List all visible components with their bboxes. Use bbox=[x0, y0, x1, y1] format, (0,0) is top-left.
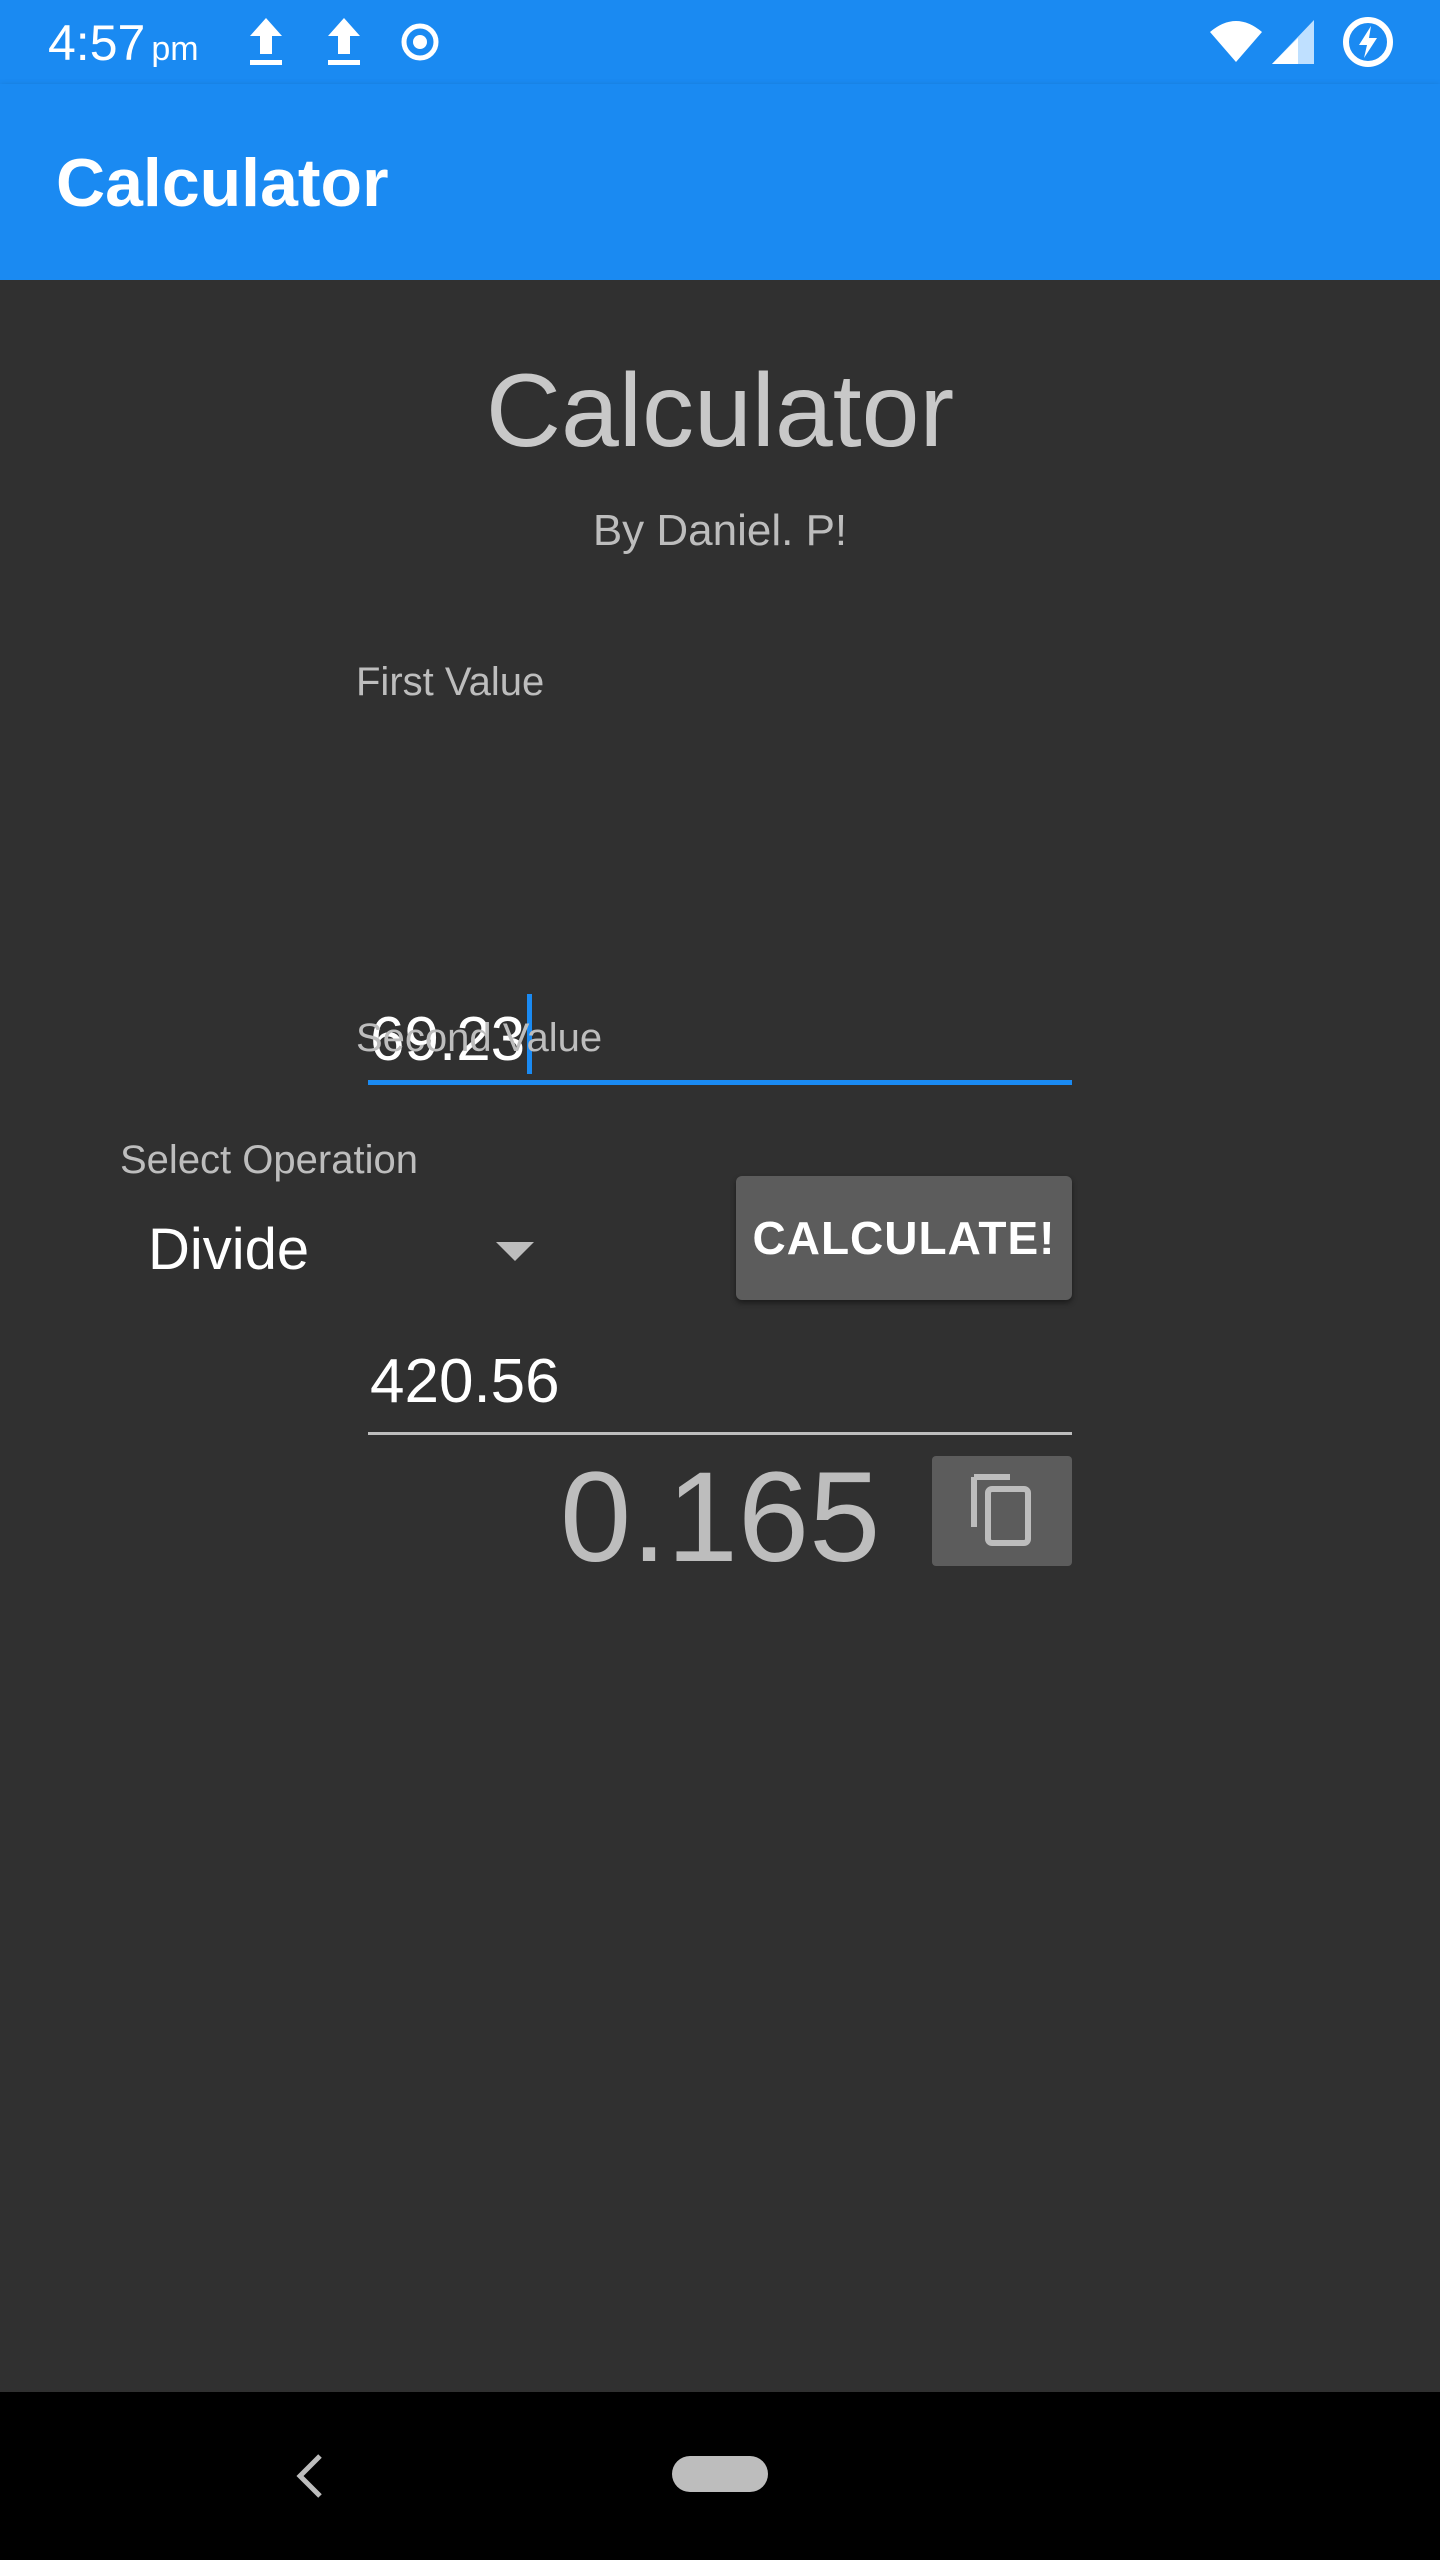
second-value-input-text: 420.56 bbox=[370, 1347, 560, 1416]
app-bar-title: Calculator bbox=[56, 145, 389, 221]
status-bar: 4:57 pm bbox=[0, 0, 1440, 84]
upload-icon bbox=[328, 18, 360, 65]
second-value-field[interactable]: 420.56 bbox=[368, 1332, 1072, 1435]
dropdown-arrow-icon bbox=[496, 1242, 534, 1261]
second-value-label: Second Value bbox=[356, 1016, 603, 1060]
back-icon[interactable] bbox=[290, 2446, 330, 2506]
status-time: 4:57 pm bbox=[48, 14, 199, 72]
copy-icon bbox=[971, 1474, 1031, 1546]
operation-selected-value: Divide bbox=[148, 1217, 310, 1282]
upload-icon bbox=[250, 18, 282, 65]
result-value: 0.165 bbox=[560, 1446, 881, 1589]
app-bar: Calculator bbox=[0, 84, 1440, 280]
main-content: Calculator By Daniel. P! First Value 69.… bbox=[0, 280, 1440, 2392]
calculate-button[interactable]: CALCULATE! bbox=[736, 1176, 1072, 1300]
wifi-icon bbox=[1210, 21, 1262, 62]
navigation-bar bbox=[0, 2392, 1440, 2560]
page-subtitle: By Daniel. P! bbox=[592, 506, 848, 555]
first-value-label: First Value bbox=[356, 660, 545, 704]
status-time-value: 4:57 bbox=[48, 15, 146, 71]
record-icon bbox=[401, 23, 439, 61]
operation-dropdown[interactable]: Divide bbox=[120, 1196, 560, 1306]
status-time-ampm: pm bbox=[151, 30, 199, 68]
select-operation-label: Select Operation bbox=[120, 1138, 418, 1182]
page-title: Calculator bbox=[485, 353, 955, 469]
copy-button[interactable] bbox=[932, 1456, 1072, 1566]
battery-saver-icon bbox=[1343, 17, 1393, 67]
home-pill-icon[interactable] bbox=[672, 2456, 768, 2492]
signal-icon bbox=[1272, 20, 1314, 64]
